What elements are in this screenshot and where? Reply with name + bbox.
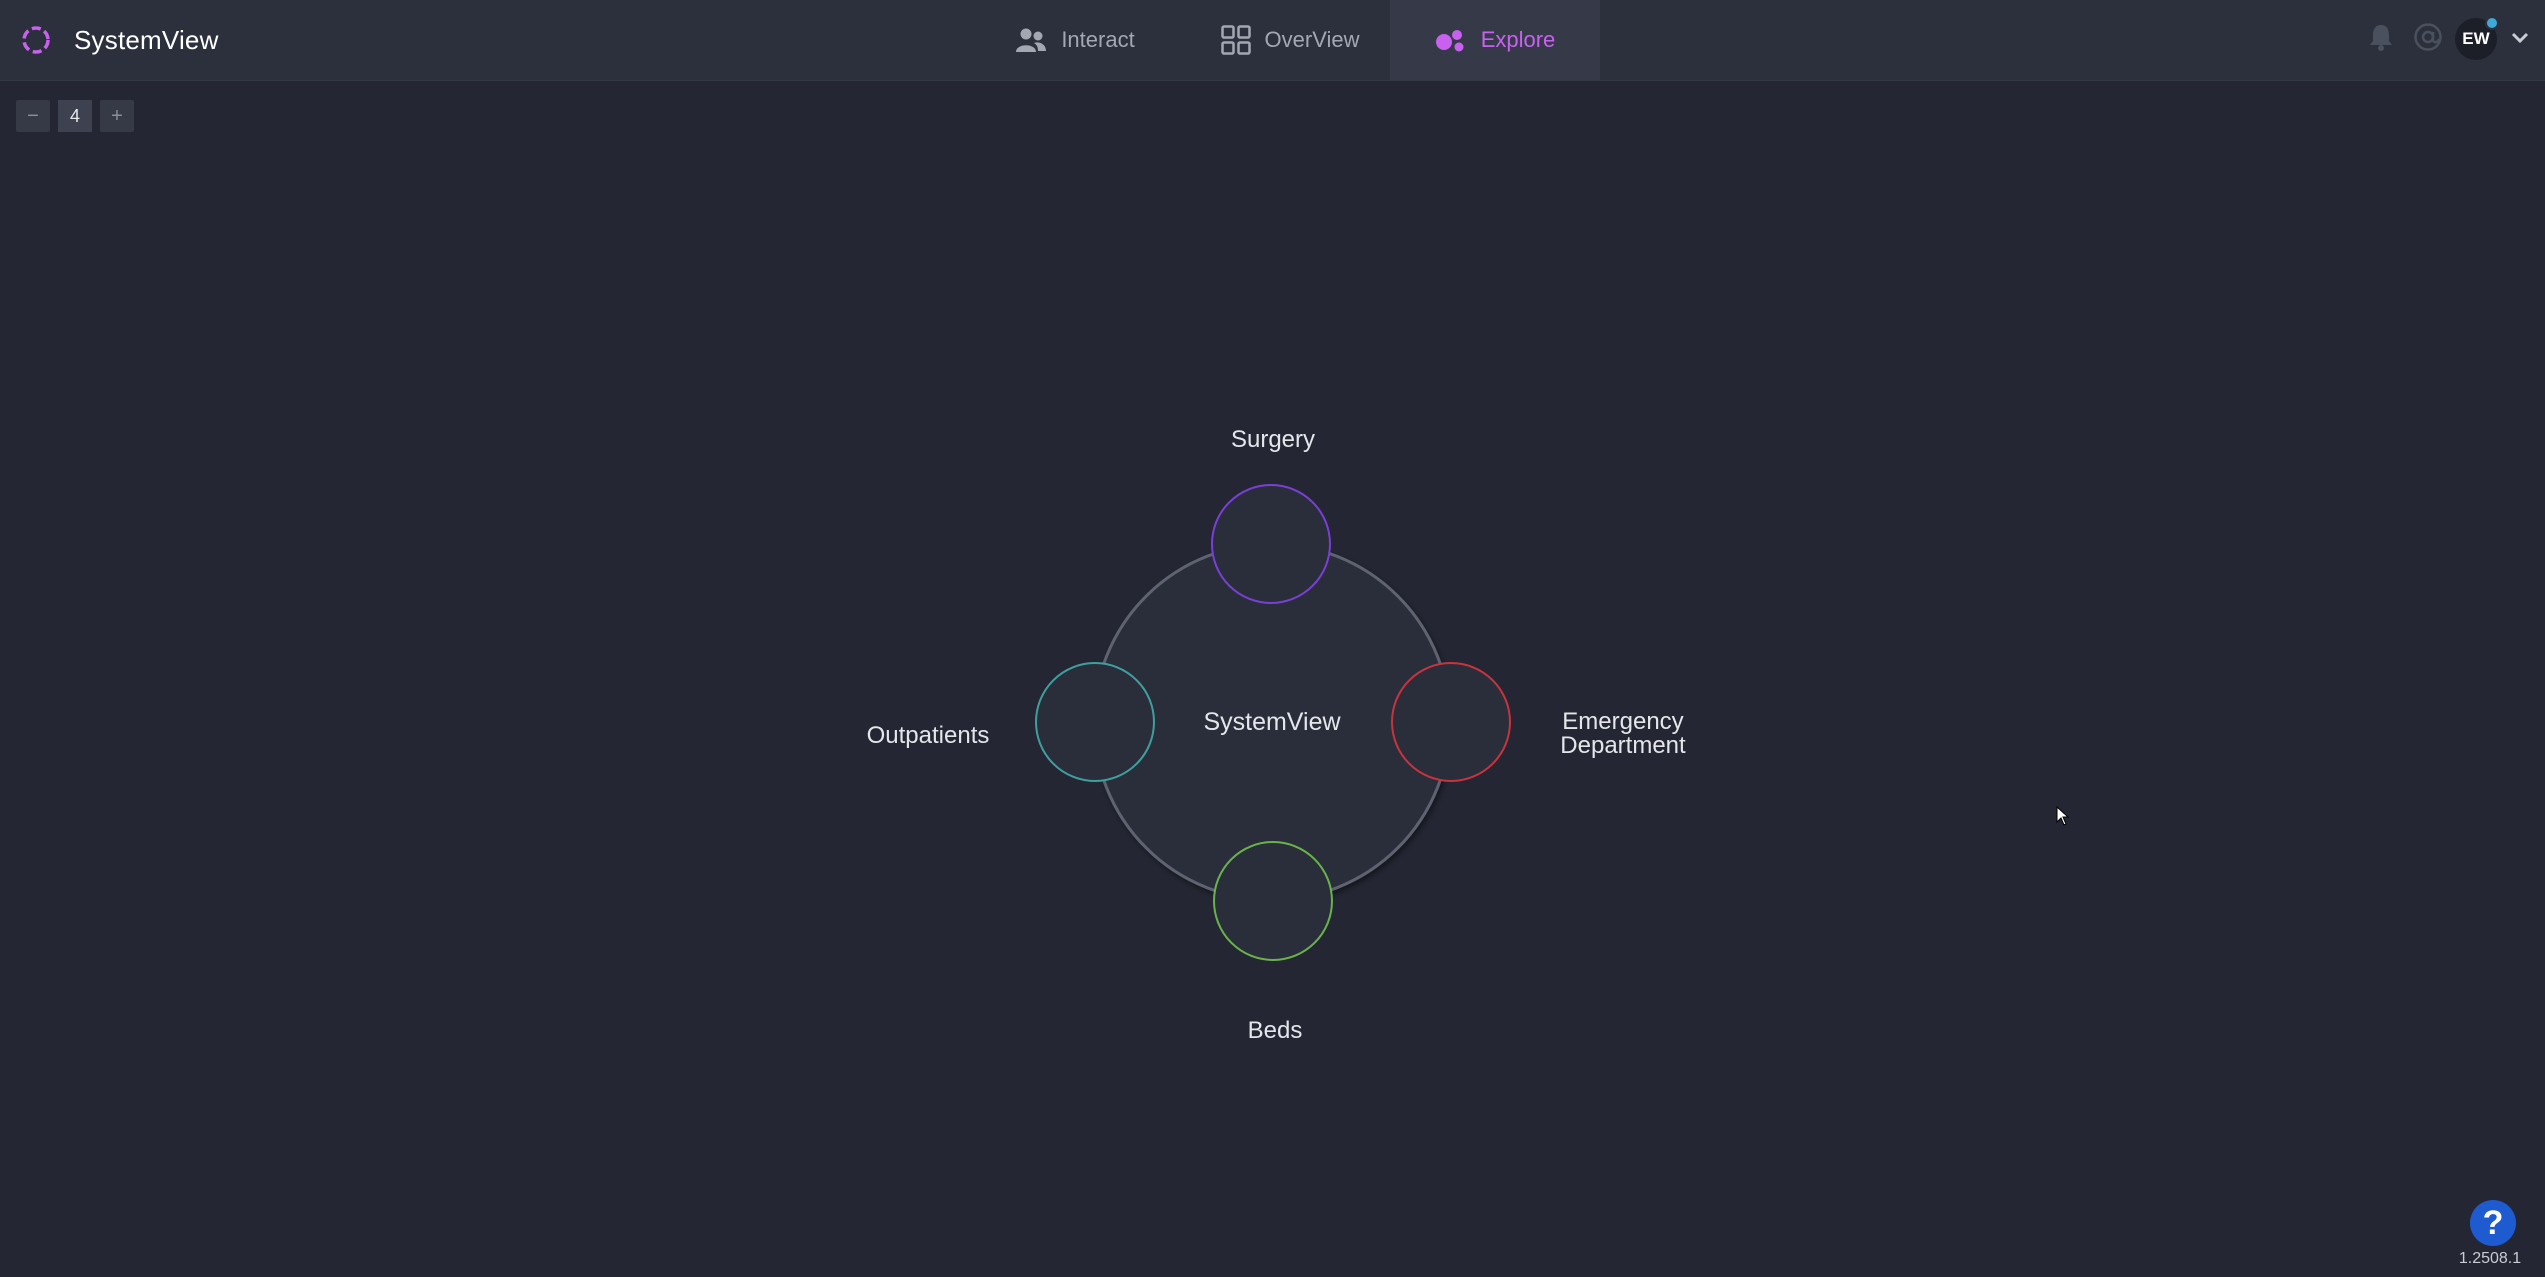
- node-surgery[interactable]: [1211, 484, 1331, 604]
- node-label-beds: Beds: [1247, 1017, 1303, 1044]
- mouse-cursor-icon: [2056, 806, 2070, 826]
- node-beds[interactable]: [1213, 841, 1333, 961]
- diagram-center-label: SystemView: [1203, 708, 1341, 736]
- node-label-surgery: Surgery: [1230, 426, 1316, 453]
- help-button[interactable]: ?: [2470, 1200, 2516, 1246]
- node-outpatients[interactable]: [1035, 662, 1155, 782]
- node-label-outpatients: Outpatients: [866, 722, 990, 749]
- app-version: 1.2508.1: [2458, 1250, 2522, 1267]
- node-emergency-department[interactable]: [1391, 662, 1511, 782]
- node-label-emergency-department: Emergency Department: [1560, 708, 1686, 759]
- help-icon: ?: [2482, 1203, 2504, 1242]
- system-diagram: [1035, 484, 1511, 961]
